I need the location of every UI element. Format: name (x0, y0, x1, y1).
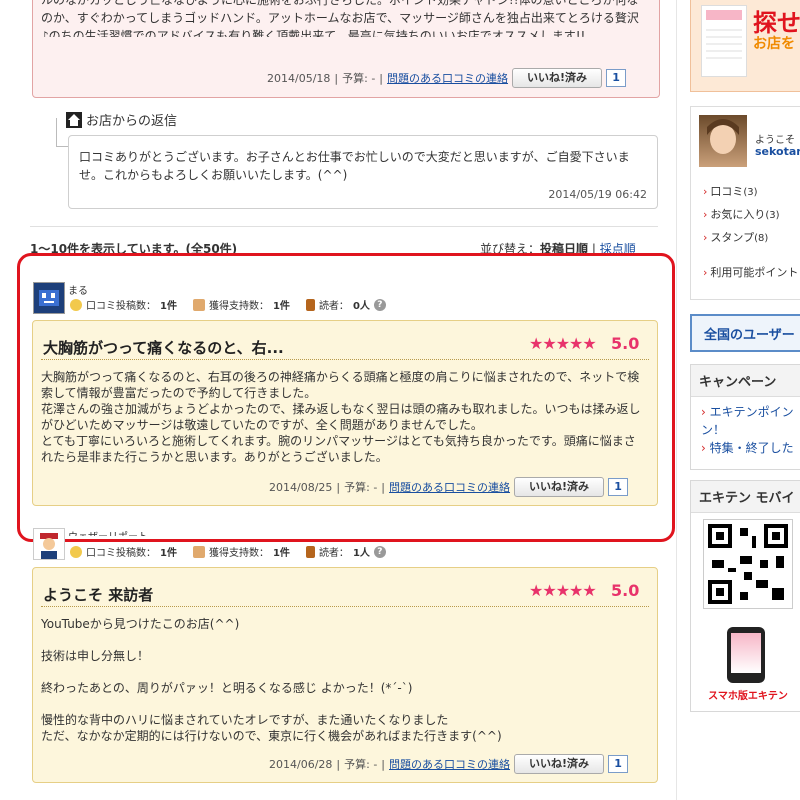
smartphone-label[interactable]: スマホ版エキテン (703, 687, 793, 702)
previous-review-text: ルのながカッとじう亡ななひように心に施術をおぶ行さらした。ボイント効果チャドン!… (41, 0, 639, 37)
campaign-box: キャンペーン › エキテンポイン ン！ › 特集・終了した (690, 364, 800, 470)
reply-connector-h (56, 146, 68, 148)
national-users-box[interactable]: 全国のユーザー (690, 314, 800, 352)
smartphone-icon (727, 627, 765, 683)
review-body: YouTubeから見つけたこのお店(^^) 技術は申し分無し！ 終わったあとの、… (41, 617, 502, 743)
mobile-box: エキテン モバイ スマホ版エキテン (690, 480, 800, 712)
like-button[interactable]: いいね!済み (512, 68, 603, 88)
reply-connector (56, 118, 58, 146)
like-count: 1 (608, 755, 629, 773)
username-link[interactable]: sekotan (755, 145, 800, 158)
mobile-heading: エキテン モバイ (691, 481, 800, 513)
search-banner[interactable]: 探せ お店を (690, 0, 800, 92)
book-icon (305, 545, 315, 558)
welcome-text: ようこそ (755, 135, 795, 146)
title-divider (41, 606, 649, 607)
thumbs-up-icon (192, 545, 205, 558)
menu-item-reviews[interactable]: › 口コミ(3) (691, 181, 800, 204)
campaign-link-points-cont[interactable]: ン！ (691, 421, 800, 439)
highlight-outline (17, 253, 675, 542)
qr-code (703, 519, 793, 609)
shop-reply-heading: お店からの返信 (66, 110, 177, 129)
menu-item-favorites[interactable]: › お気に入り(3) (691, 204, 800, 227)
user-panel: ようこそ sekotan › 口コミ(3) › お気に入り(3) › スタンプ(8) … (690, 106, 800, 300)
review-title[interactable]: ようこそ 来訪者 (43, 584, 153, 605)
review-budget: 予算: - (342, 72, 376, 85)
menu-item-stamps[interactable]: › スタンプ(8) (691, 227, 800, 250)
avatar[interactable] (33, 528, 65, 560)
review-date: 2014/06/28 (269, 757, 333, 771)
review-budget: 予算: - (344, 758, 378, 771)
campaign-link-features[interactable]: › 特集・終了した (691, 439, 800, 457)
review-date: 2014/05/18 (267, 71, 331, 85)
previous-review-card: ルのながカッとじう亡ななひように心に施術をおぶ行さらした。ボイント効果チャドン!… (32, 0, 660, 98)
user-avatar[interactable] (699, 115, 747, 167)
help-icon[interactable]: ? (373, 545, 386, 558)
like-button[interactable]: いいね!済み (514, 754, 605, 774)
divider (30, 226, 658, 227)
report-link[interactable]: 問題のある口コミの連絡 (387, 70, 508, 86)
shop-reply-text: 口コミありがとうございます。お子さんとお仕事でお忙しいので大変だと思いますが、ご… (79, 150, 630, 182)
menu-item-points[interactable]: › 利用可能ポイント (691, 262, 800, 284)
report-link[interactable]: 問題のある口コミの連絡 (389, 756, 510, 772)
campaign-link-points[interactable]: › エキテンポイン (691, 403, 800, 421)
reviewer-name[interactable]: ウェザーリポート (68, 528, 148, 536)
review-meta: 2014/06/28 | 予算: - | 問題のある口コミの連絡 いいね!済み … (269, 754, 629, 774)
speech-bubble-icon (70, 545, 82, 558)
phone-illustration (701, 5, 747, 77)
rating-stars: ★★★★★ (529, 581, 597, 600)
like-count: 1 (606, 69, 627, 87)
reviewer-stats: 口コミ投稿数： 1件 獲得支持数： 1件 読者： 1人 ? (70, 544, 386, 559)
shop-reply-datetime: 2014/05/19 06:42 (548, 188, 647, 201)
banner-subtext: お店を (753, 36, 795, 52)
user-menu: › 口コミ(3) › お気に入り(3) › スタンプ(8) › 利用可能ポイント (691, 181, 800, 284)
national-users-heading: 全国のユーザー (704, 328, 795, 343)
rating-score: 5.0 (611, 581, 640, 600)
previous-review-meta: 2014/05/18 | 予算: - | 問題のある口コミの連絡 いいね!済み … (267, 68, 627, 88)
review-card: ようこそ 来訪者 ★★★★★ 5.0 YouTubeから見つけたこのお店(^^)… (32, 567, 658, 783)
house-icon (66, 111, 82, 128)
column-divider (676, 0, 677, 800)
shop-reply-box: 口コミありがとうございます。お子さんとお仕事でお忙しいので大変だと思いますが、ご… (68, 135, 658, 209)
campaign-heading: キャンペーン (691, 365, 800, 397)
